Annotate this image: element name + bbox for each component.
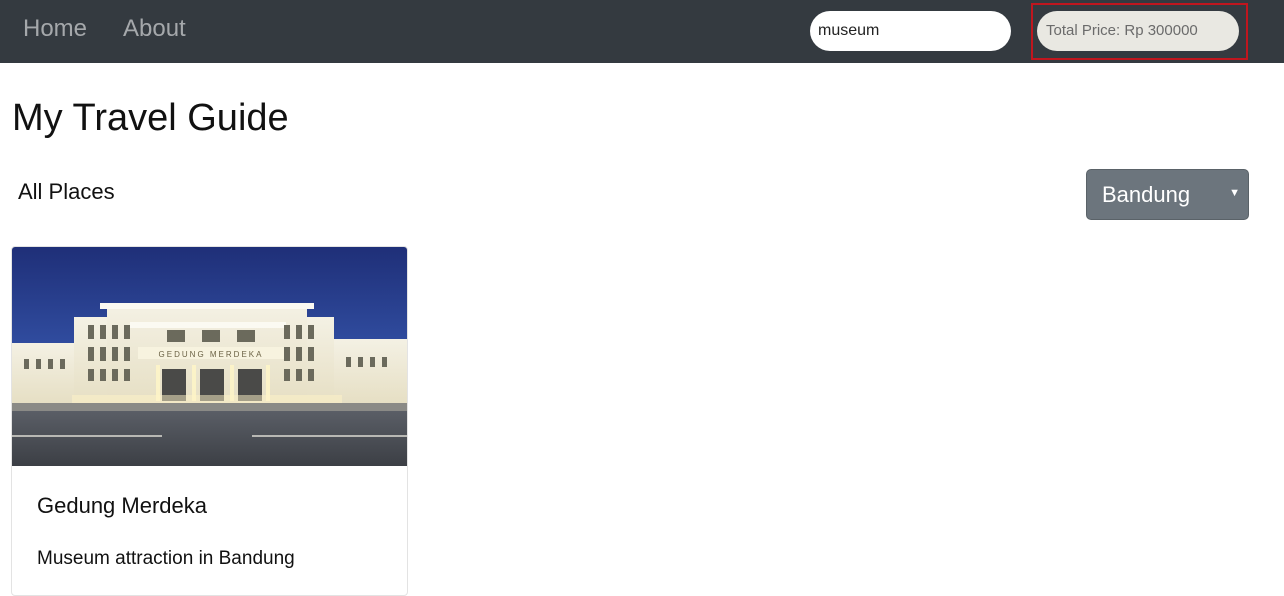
search-input[interactable] [810,11,1011,51]
page-title: My Travel Guide [12,97,289,139]
place-card[interactable]: GEDUNG MERDEKA Gedung Merdeka Museum att… [11,246,408,596]
place-card-subtitle: Museum attraction in Bandung [37,548,295,569]
nav-link-about[interactable]: About [123,14,186,44]
nav-link-home[interactable]: Home [23,14,87,44]
city-select-dropdown[interactable]: Bandung ▼ [1086,169,1249,220]
caret-down-icon: ▼ [1229,187,1240,199]
total-price-display: Total Price: Rp 300000 [1037,11,1239,51]
navbar: Home About Total Price: Rp 300000 [0,0,1284,63]
building-sign: GEDUNG MERDEKA [159,350,264,359]
city-select-value: Bandung [1102,182,1191,207]
section-label-all-places: All Places [18,179,115,204]
building-photo: GEDUNG MERDEKA [12,247,407,466]
place-card-title: Gedung Merdeka [37,493,207,518]
